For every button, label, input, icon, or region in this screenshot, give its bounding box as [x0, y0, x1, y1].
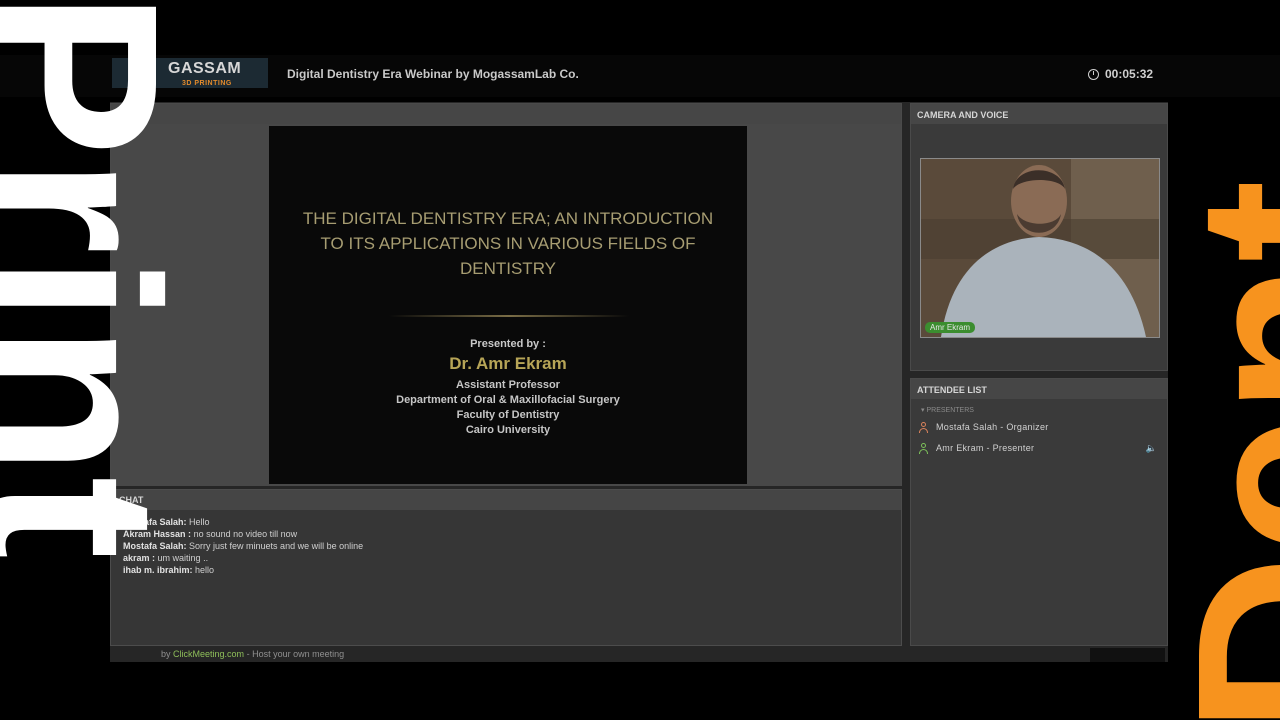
person-icon	[919, 421, 928, 433]
presented-by-label: Presented by :	[470, 338, 546, 350]
slide-divider	[389, 315, 629, 317]
chat-panel: CHAT Mostafa Salah: Hello Akram Hassan :…	[110, 489, 902, 646]
attendee-title: ATTENDEE LIST	[917, 385, 987, 395]
group-label-text: PRESENTERS	[926, 407, 974, 414]
overlay-left-text: Print	[0, 0, 190, 560]
video-name-label: Amr Ekram	[925, 322, 975, 333]
person-icon	[919, 442, 928, 454]
chat-header: CHAT	[111, 490, 901, 510]
chat-text: Hello	[189, 517, 210, 527]
presentation-slide: THE DIGITAL DENTISTRY ERA; AN INTRODUCTI…	[269, 126, 747, 484]
timer-value: 00:05:32	[1105, 67, 1154, 81]
presenter-university: Cairo University	[465, 424, 551, 436]
presenter-faculty: Faculty of Dentistry	[456, 409, 560, 421]
session-timer: 00:05:32	[1088, 67, 1153, 81]
footer-suffix: - Host your own meeting	[246, 649, 345, 659]
attendee-name: Amr Ekram - Presenter	[936, 443, 1035, 453]
overlay-word-right: Dent	[1165, 0, 1280, 720]
presenter-name: Dr. Amr Ekram	[449, 354, 567, 373]
camera-panel: CAMERA AND VOICE Amr Ekram	[910, 103, 1168, 371]
presenter-department: Department of Oral & Maxillofacial Surge…	[396, 394, 620, 406]
attendee-header: ATTENDEE LIST	[911, 379, 1167, 399]
clock-icon	[1088, 68, 1099, 80]
webinar-title: Digital Dentistry Era Webinar by Mogassa…	[287, 67, 579, 81]
presenters-group-label[interactable]: ▾ PRESENTERS	[921, 406, 974, 414]
slide-title: THE DIGITAL DENTISTRY ERA; AN INTRODUCTI…	[302, 209, 714, 278]
chat-messages[interactable]: Mostafa Salah: Hello Akram Hassan : no s…	[111, 510, 901, 645]
chat-text: Sorry just few minuets and we will be on…	[189, 541, 364, 551]
presentation-header	[111, 104, 901, 124]
chat-text: no sound no video till now	[193, 529, 298, 539]
attendee-item[interactable]: Amr Ekram - Presenter 🔈	[919, 440, 1163, 456]
presentation-panel: THE DIGITAL DENTISTRY ERA; AN INTRODUCTI…	[110, 103, 902, 486]
chat-text: hello	[195, 565, 215, 575]
overlay-right-text: Dent	[1165, 179, 1280, 720]
video-frame	[921, 159, 1159, 337]
camera-title: CAMERA AND VOICE	[917, 110, 1009, 120]
overlay-word-left: Print	[0, 0, 190, 720]
presenter-position: Assistant Professor	[456, 379, 560, 391]
presenter-details: Assistant Professor Department of Oral &…	[269, 378, 747, 438]
footer-strip	[1090, 648, 1165, 662]
attendee-name: Mostafa Salah - Organizer	[936, 422, 1049, 432]
presenter-video[interactable]: Amr Ekram	[920, 158, 1160, 338]
attendee-item[interactable]: Mostafa Salah - Organizer	[919, 419, 1163, 435]
speaker-icon: 🔈	[1145, 443, 1157, 453]
camera-header: CAMERA AND VOICE	[911, 104, 1167, 124]
attendee-panel: ATTENDEE LIST ▾ PRESENTERS Mostafa Salah…	[910, 378, 1168, 646]
